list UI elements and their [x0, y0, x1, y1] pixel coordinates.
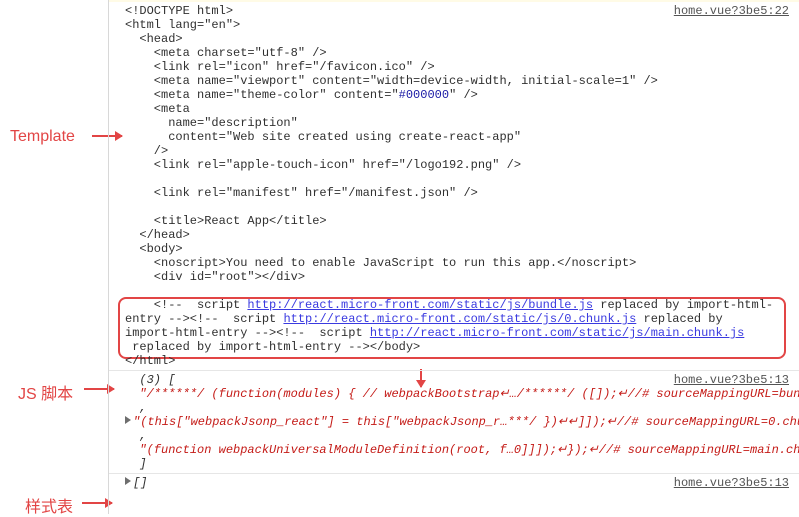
- annotation-stylesheet: 样式表: [25, 493, 73, 517]
- js-array-output: (3) [ "/******/ (function(modules) { // …: [115, 373, 799, 471]
- mainchunk-url[interactable]: http://react.micro-front.com/static/js/m…: [370, 326, 744, 340]
- js-string: "(function webpackUniversalModuleDefinit…: [139, 443, 799, 457]
- console-output: home.vue?3be5:22 <!DOCTYPE html> <html l…: [108, 0, 799, 514]
- separator: [109, 370, 799, 371]
- expand-icon[interactable]: [125, 416, 131, 424]
- warning-strip: [109, 0, 799, 2]
- console-row: home.vue?3be5:13 []: [115, 476, 799, 490]
- chunk0-url[interactable]: http://react.micro-front.com/static/js/0…: [283, 312, 636, 326]
- console-row: home.vue?3be5:13 (3) [ "/******/ (functi…: [115, 373, 799, 471]
- separator: [109, 473, 799, 474]
- annotation-template: Template: [10, 128, 75, 146]
- source-link[interactable]: home.vue?3be5:13: [674, 373, 789, 387]
- js-string: "/******/ (function(modules) { // webpac…: [139, 387, 799, 401]
- html-template-output: <!DOCTYPE html> <html lang="en"> <head> …: [115, 4, 799, 368]
- bundle-url[interactable]: http://react.micro-front.com/static/js/b…: [247, 298, 593, 312]
- source-link[interactable]: home.vue?3be5:22: [674, 4, 789, 18]
- console-row: home.vue?3be5:22 <!DOCTYPE html> <html l…: [115, 4, 799, 368]
- annotation-js: JS 脚本: [18, 380, 73, 404]
- js-string: "(this["webpackJsonp_react"] = this["web…: [133, 415, 799, 429]
- source-link[interactable]: home.vue?3be5:13: [674, 476, 789, 490]
- expand-icon[interactable]: [125, 477, 131, 485]
